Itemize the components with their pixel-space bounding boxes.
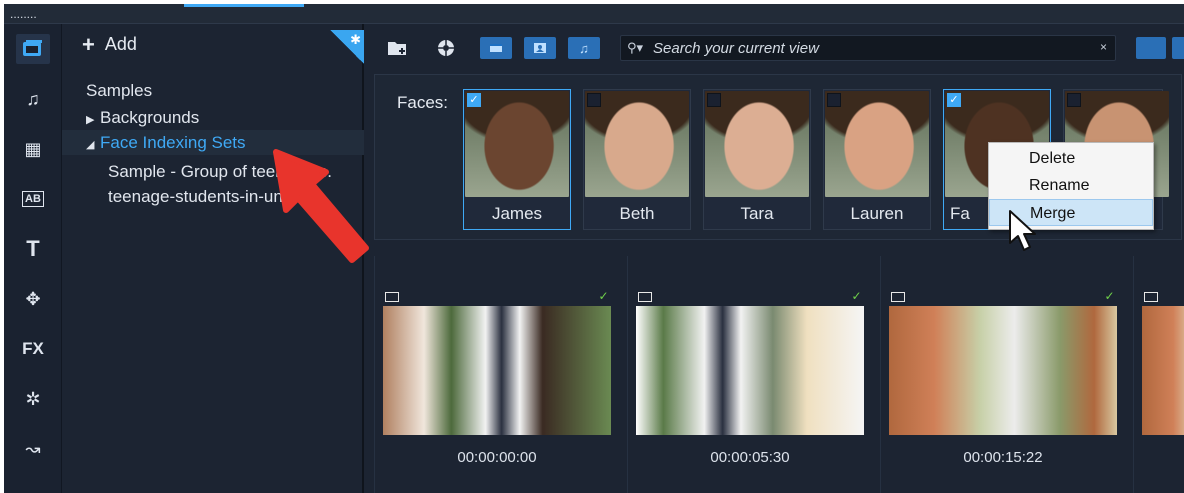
fx-icon[interactable]: FX bbox=[16, 334, 50, 364]
clip-timecode: 00:00:00:00 bbox=[457, 449, 537, 466]
checked-checkbox[interactable]: ✓ bbox=[467, 93, 481, 107]
magic-wand-icon[interactable]: ✲ bbox=[16, 384, 50, 414]
magic-wand-glyph: ✲ bbox=[25, 388, 41, 409]
video-clip-tile[interactable] bbox=[1133, 256, 1184, 493]
add-label: Add bbox=[104, 34, 137, 54]
library-tree: Samples ▶ Backgrounds ◢ Face Indexing Sets Sa… bbox=[62, 78, 364, 209]
path-glyph: ↝ bbox=[25, 438, 41, 459]
audio-note-icon: ♫ bbox=[579, 40, 589, 56]
graphics-icon[interactable]: ✥ bbox=[16, 284, 50, 314]
video-editor-window: ........ ♫ ▦ AB T ✥ FX ✲ ↝ + Add ✱ Sampl… bbox=[4, 4, 1184, 493]
instant-project-glyph: ▦ bbox=[24, 138, 42, 159]
tree-node-label: Backgrounds bbox=[100, 108, 200, 127]
graphics-glyph: ✥ bbox=[25, 288, 41, 309]
active-tab-indicator bbox=[184, 4, 304, 7]
top-strip: ........ bbox=[4, 4, 1184, 24]
plus-icon: + bbox=[82, 31, 95, 57]
checkbox[interactable] bbox=[707, 93, 721, 107]
video-clip-tile[interactable]: ✓ 00:00:05:30 bbox=[627, 256, 871, 493]
clip-grid: ✓ 00:00:00:00 ✓ 00:00:05:30 ✓ 00:00:15:22 bbox=[374, 256, 1184, 493]
indexed-check-icon: ✓ bbox=[850, 289, 863, 303]
face-thumbnail[interactable]: ✓ James bbox=[463, 89, 571, 230]
clip-thumbnail bbox=[636, 306, 864, 435]
video-clip-tile[interactable]: ✓ 00:00:00:00 bbox=[374, 256, 618, 493]
clip-thumbnail bbox=[1142, 306, 1184, 435]
faces-label: Faces: bbox=[397, 93, 449, 112]
pin-icon[interactable]: ✱ bbox=[330, 30, 364, 64]
face-name: James bbox=[491, 204, 543, 223]
video-clip-tile[interactable]: ✓ 00:00:15:22 bbox=[880, 256, 1124, 493]
fx-glyph: FX bbox=[22, 339, 44, 358]
list-view-icon[interactable] bbox=[1136, 37, 1166, 59]
tree-node[interactable]: Sample - Group of teenagers. bbox=[62, 159, 364, 184]
tree-node-label: Sample - Group of teenagers. bbox=[108, 162, 332, 181]
library-panel: + Add ✱ Samples ▶ Backgrounds ◢ Face Indexin… bbox=[62, 24, 364, 493]
search-icon: ⚲▾ bbox=[627, 40, 644, 55]
clip-thumbnail bbox=[889, 306, 1117, 435]
grid-view-icon[interactable] bbox=[1172, 37, 1184, 59]
instant-project-icon[interactable]: ▦ bbox=[16, 134, 50, 164]
library-header: + Add ✱ bbox=[62, 24, 364, 68]
face-thumbnail[interactable]: Tara bbox=[703, 89, 811, 230]
face-name: Lauren bbox=[850, 204, 904, 223]
tree-node-label: Samples bbox=[86, 81, 153, 100]
add-button[interactable]: + Add bbox=[82, 31, 137, 57]
tree-node-label: teenage-students-in-uniform- bbox=[108, 187, 327, 206]
clear-search-icon[interactable]: × bbox=[1100, 40, 1107, 54]
tree-node[interactable]: Samples bbox=[62, 78, 364, 103]
checkbox[interactable] bbox=[587, 93, 601, 107]
clip-timecode: 00:00:05:30 bbox=[710, 449, 790, 466]
media-library-icon[interactable] bbox=[16, 34, 50, 64]
left-tool-rail: ♫ ▦ AB T ✥ FX ✲ ↝ bbox=[4, 24, 62, 493]
collapse-caret-icon[interactable]: ◢ bbox=[86, 133, 100, 155]
search-box[interactable]: ⚲▾ Search your current view × bbox=[620, 35, 1116, 61]
face-name: Tara bbox=[740, 204, 774, 223]
context-menu-item-rename[interactable]: Rename bbox=[989, 172, 1153, 199]
import-folder-icon[interactable] bbox=[386, 37, 410, 59]
tree-node[interactable]: teenage-students-in-uniform- bbox=[62, 184, 364, 209]
show-audio-button[interactable]: ♫ bbox=[568, 37, 600, 59]
clip-timecode: 00:00:15:22 bbox=[963, 449, 1043, 466]
indexed-check-icon: ✓ bbox=[1103, 289, 1116, 303]
show-photos-button[interactable] bbox=[524, 37, 556, 59]
film-icon bbox=[638, 292, 652, 302]
show-videos-button[interactable] bbox=[480, 37, 512, 59]
context-menu: Delete Rename Merge bbox=[988, 142, 1154, 230]
title-template-icon[interactable]: AB bbox=[16, 184, 50, 214]
checked-checkbox[interactable]: ✓ bbox=[947, 93, 961, 107]
path-icon[interactable]: ↝ bbox=[16, 434, 50, 464]
face-thumbnail[interactable]: Beth bbox=[583, 89, 691, 230]
face-thumbnail[interactable]: Lauren bbox=[823, 89, 931, 230]
checkbox[interactable] bbox=[1067, 93, 1081, 107]
text-glyph: T bbox=[26, 236, 40, 261]
film-icon bbox=[385, 292, 399, 302]
face-name: Beth bbox=[619, 204, 655, 223]
title-template-glyph: AB bbox=[22, 191, 44, 207]
film-icon bbox=[1144, 292, 1158, 302]
context-menu-item-merge[interactable]: Merge bbox=[989, 199, 1153, 226]
indexed-check-icon: ✓ bbox=[597, 289, 610, 303]
film-icon bbox=[891, 292, 905, 302]
checkbox[interactable] bbox=[827, 93, 841, 107]
tree-node[interactable]: ◢ Face Indexing Sets bbox=[62, 130, 364, 155]
expand-caret-icon[interactable]: ▶ bbox=[86, 108, 100, 130]
music-glyph: ♫ bbox=[26, 88, 40, 109]
clip-thumbnail bbox=[383, 306, 611, 435]
tree-node[interactable]: ▶ Backgrounds bbox=[62, 105, 364, 130]
library-toolbar: ♫ ⚲▾ Search your current view × bbox=[364, 24, 1184, 72]
context-menu-item-delete[interactable]: Delete bbox=[989, 145, 1153, 172]
grip-dots[interactable]: ........ bbox=[10, 8, 37, 20]
music-icon[interactable]: ♫ bbox=[16, 84, 50, 114]
tree-node-label: Face Indexing Sets bbox=[100, 133, 246, 152]
main-panel: ♫ ⚲▾ Search your current view × Faces: ✓… bbox=[364, 24, 1184, 493]
search-placeholder: Search your current view bbox=[653, 40, 819, 57]
capture-icon[interactable] bbox=[434, 37, 458, 59]
text-icon[interactable]: T bbox=[16, 234, 50, 264]
